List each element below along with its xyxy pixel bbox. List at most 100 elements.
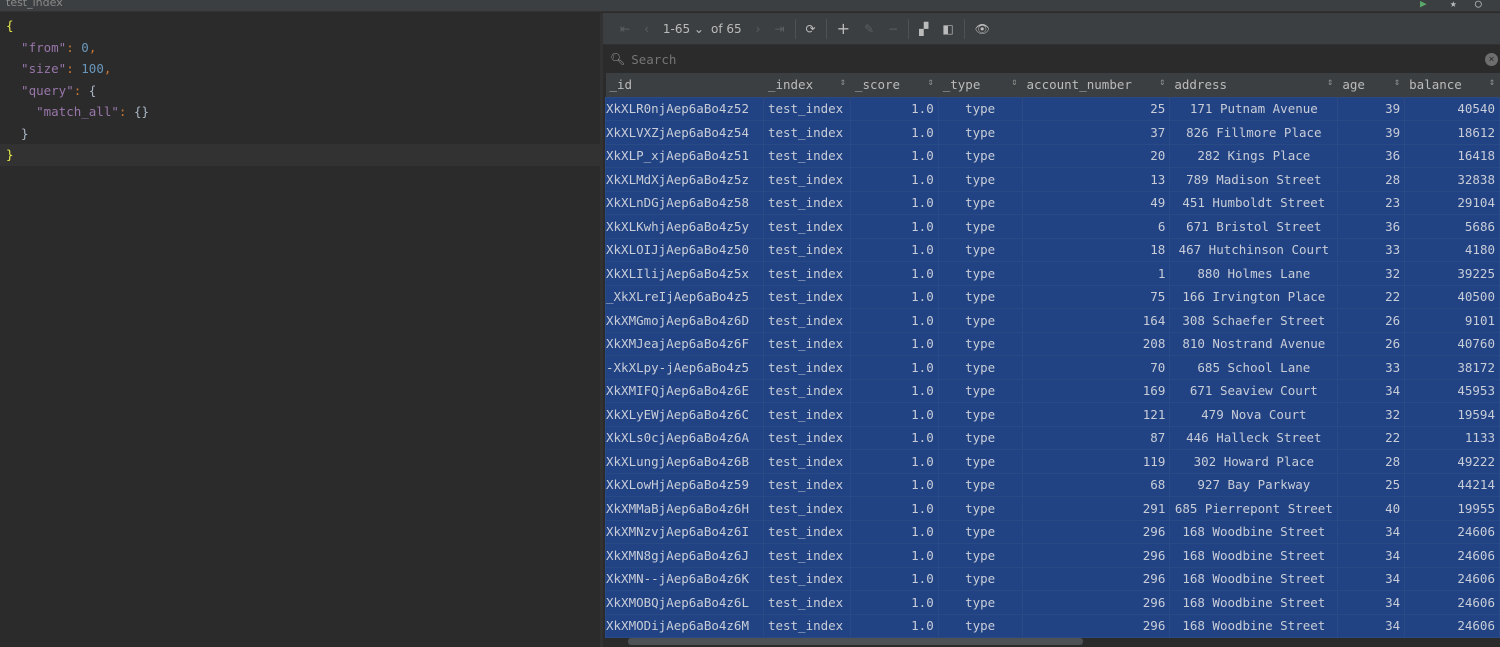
table-row[interactable]: XkXLowHjAep6aBo4z59 test_index 1.0 type 68 92… — [605, 472, 1500, 497]
cell-address[interactable]: 308 Schaefer Street — [1169, 308, 1339, 333]
sort-icon[interactable]: ⇕ — [1012, 77, 1018, 88]
cell-type[interactable]: type — [937, 284, 1023, 309]
cell-id[interactable]: XkXLyEWjAep6aBo4z6C — [605, 402, 764, 427]
cell-account-number[interactable]: 18 — [1021, 237, 1171, 262]
cell-type[interactable]: type — [937, 143, 1023, 168]
cell-address[interactable]: 168 Woodbine Street — [1169, 590, 1339, 615]
cell-account-number[interactable]: 1 — [1021, 261, 1171, 286]
table-row[interactable]: XkXLreIjAep6aBo4z5_ test_index 1.0 type 75 16… — [605, 284, 1500, 309]
cell-account-number[interactable]: 208 — [1021, 331, 1171, 356]
cell-address[interactable]: 467 Hutchinson Court — [1169, 237, 1339, 262]
cell-score[interactable]: 1.0 — [849, 143, 939, 168]
search-input[interactable] — [631, 51, 1472, 67]
cell-account-number[interactable]: 13 — [1021, 167, 1171, 192]
cell-balance[interactable]: 40760 — [1404, 331, 1500, 356]
layout-icon[interactable]: ▞ — [912, 22, 935, 36]
cell-score[interactable]: 1.0 — [849, 472, 939, 497]
table-row[interactable]: XkXMOBQjAep6aBo4z6L test_index 1.0 type 296 1… — [605, 590, 1500, 615]
cell-id[interactable]: XkXLs0cjAep6aBo4z6A — [605, 425, 764, 450]
cell-type[interactable]: type — [937, 378, 1023, 403]
cell-id[interactable]: XkXLIlijAep6aBo4z5x — [605, 261, 764, 286]
cell-balance[interactable]: 16418 — [1404, 143, 1500, 168]
cell-balance[interactable]: 38172 — [1404, 355, 1500, 380]
cell-age[interactable]: 26 — [1337, 308, 1406, 333]
sort-icon[interactable]: ⇕ — [928, 77, 934, 88]
cell-score[interactable]: 1.0 — [849, 590, 939, 615]
add-row-button[interactable]: + — [830, 19, 857, 38]
cell-balance[interactable]: 24606 — [1404, 566, 1500, 591]
cell-type[interactable]: type — [937, 402, 1023, 427]
cell-score[interactable]: 1.0 — [849, 543, 939, 568]
cell-address[interactable]: 671 Bristol Street — [1169, 214, 1339, 239]
cell-index[interactable]: test_index — [762, 190, 851, 215]
cell-index[interactable]: test_index — [762, 308, 851, 333]
cell-id[interactable]: XkXLreIjAep6aBo4z5_ — [605, 284, 764, 309]
cell-type[interactable]: type — [937, 214, 1023, 239]
prev-page-button[interactable]: ‹ — [637, 22, 656, 36]
table-row[interactable]: XkXMN8gjAep6aBo4z6J test_index 1.0 type 296 1… — [605, 543, 1500, 568]
pin-icon[interactable]: ★ — [1450, 0, 1457, 10]
cell-score[interactable]: 1.0 — [849, 613, 939, 638]
cell-account-number[interactable]: 296 — [1021, 543, 1171, 568]
cell-address[interactable]: 168 Woodbine Street — [1169, 543, 1339, 568]
cell-address[interactable]: 479 Nova Court — [1169, 402, 1339, 427]
cell-address[interactable]: 789 Madison Street — [1169, 167, 1339, 192]
cell-score[interactable]: 1.0 — [849, 496, 939, 521]
cell-balance[interactable]: 49222 — [1404, 449, 1500, 474]
cell-type[interactable]: type — [937, 496, 1023, 521]
cell-score[interactable]: 1.0 — [849, 308, 939, 333]
cell-address[interactable]: 927 Bay Parkway — [1169, 472, 1339, 497]
cell-type[interactable]: type — [937, 120, 1023, 145]
cell-age[interactable]: 28 — [1337, 167, 1406, 192]
cell-address[interactable]: 826 Fillmore Place — [1169, 120, 1339, 145]
table-row[interactable]: XkXLOIJjAep6aBo4z50 test_index 1.0 type 18 46… — [605, 237, 1500, 262]
cell-balance[interactable]: 19955 — [1404, 496, 1500, 521]
cell-score[interactable]: 1.0 — [849, 331, 939, 356]
cell-id[interactable]: XkXMMaBjAep6aBo4z6H — [605, 496, 764, 521]
remove-row-button[interactable]: − — [881, 22, 905, 36]
cell-account-number[interactable]: 119 — [1021, 449, 1171, 474]
table-row[interactable]: XkXLyEWjAep6aBo4z6C test_index 1.0 type 121 4… — [605, 402, 1500, 427]
cell-address[interactable]: 282 Kings Place — [1169, 143, 1339, 168]
cell-account-number[interactable]: 37 — [1021, 120, 1171, 145]
table-row[interactable]: XkXMNzvjAep6aBo4z6I test_index 1.0 type 296 1… — [605, 519, 1500, 544]
cell-balance[interactable]: 45953 — [1404, 378, 1500, 403]
cell-score[interactable]: 1.0 — [849, 214, 939, 239]
code-line[interactable]: "size": 100, — [0, 58, 600, 80]
cell-id[interactable]: XkXMN8gjAep6aBo4z6J — [605, 543, 764, 568]
cell-account-number[interactable]: 296 — [1021, 519, 1171, 544]
table-row[interactable]: XkXLIlijAep6aBo4z5x test_index 1.0 type 1 880… — [605, 261, 1500, 286]
cell-score[interactable]: 1.0 — [849, 167, 939, 192]
query-editor[interactable]: { "from": 0, "size": 100, "query": { "ma… — [0, 13, 600, 647]
cell-score[interactable]: 1.0 — [849, 237, 939, 262]
cell-balance[interactable]: 24606 — [1404, 519, 1500, 544]
cell-account-number[interactable]: 87 — [1021, 425, 1171, 450]
cell-id[interactable]: XkXMJeajAep6aBo4z6F — [605, 331, 764, 356]
cell-age[interactable]: 23 — [1337, 190, 1406, 215]
table-row[interactable]: XkXLKwhjAep6aBo4z5y test_index 1.0 type 6 671… — [605, 214, 1500, 239]
cell-score[interactable]: 1.0 — [849, 261, 939, 286]
cell-balance[interactable]: 29104 — [1404, 190, 1500, 215]
cell-age[interactable]: 22 — [1337, 284, 1406, 309]
cell-id[interactable]: XkXLR0njAep6aBo4z52 — [605, 96, 764, 121]
cell-type[interactable]: type — [937, 590, 1023, 615]
column-header-age[interactable]: age ⇕ — [1337, 73, 1406, 97]
cell-address[interactable]: 880 Holmes Lane — [1169, 261, 1339, 286]
cell-score[interactable]: 1.0 — [849, 284, 939, 309]
cell-index[interactable]: test_index — [762, 543, 851, 568]
cell-score[interactable]: 1.0 — [849, 425, 939, 450]
clear-search-icon[interactable]: × — [1485, 53, 1498, 66]
cell-age[interactable]: 33 — [1337, 355, 1406, 380]
table-row[interactable]: XkXLs0cjAep6aBo4z6A test_index 1.0 type 87 44… — [605, 425, 1500, 450]
cell-account-number[interactable]: 70 — [1021, 355, 1171, 380]
cell-id[interactable]: XkXMODijAep6aBo4z6M — [605, 613, 764, 638]
code-line[interactable]: "match_all": {} — [0, 101, 600, 123]
cell-age[interactable]: 34 — [1337, 613, 1406, 638]
cell-account-number[interactable]: 296 — [1021, 613, 1171, 638]
cell-balance[interactable]: 1133 — [1404, 425, 1500, 450]
run-icon[interactable]: ▶ — [1420, 0, 1427, 10]
column-header-type[interactable]: _type ⇕ — [938, 73, 1023, 97]
cell-id[interactable]: XkXMNzvjAep6aBo4z6I — [605, 519, 764, 544]
cell-score[interactable]: 1.0 — [849, 402, 939, 427]
panel-icon[interactable]: ◧ — [935, 22, 960, 36]
